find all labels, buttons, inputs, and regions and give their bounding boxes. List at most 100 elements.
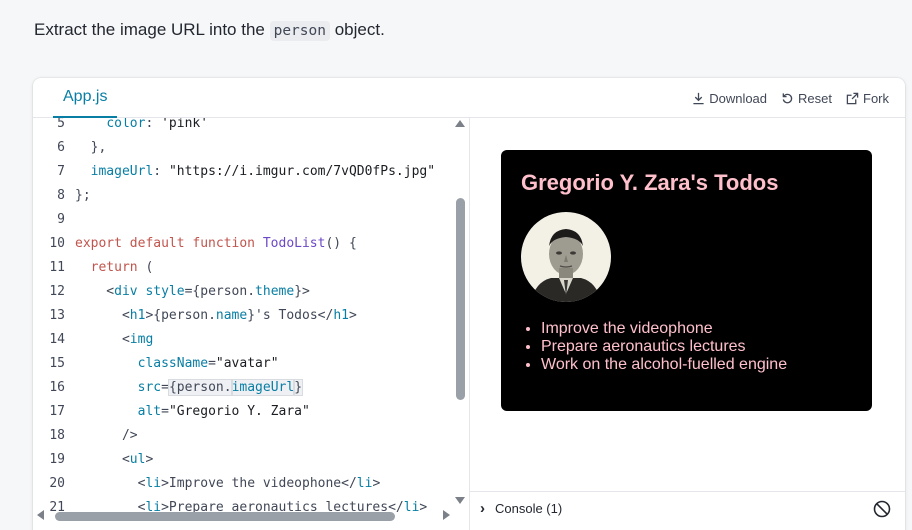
download-button[interactable]: Download [692, 91, 767, 106]
code-token: style [145, 284, 185, 299]
code-token: "https://i.imgur.com/7vQD0fPs.jpg" [168, 164, 436, 179]
download-icon [693, 92, 704, 104]
code-line[interactable]: 17 alt="Gregorio Y. Zara" [33, 400, 310, 424]
code-line[interactable]: 15 className="avatar" [33, 352, 278, 376]
todo-list: Improve the videophone Prepare aeronauti… [541, 320, 787, 374]
instructions-before: Extract the image URL into the [34, 20, 270, 39]
console-label: Console (1) [495, 501, 563, 516]
code-line[interactable]: 11 return ( [33, 256, 153, 280]
line-number: 15 [49, 356, 65, 371]
code-line[interactable]: 7 imageUrl: "https://i.imgur.com/7vQD0fP… [33, 160, 435, 184]
code-token: > [372, 476, 381, 491]
line-number: 12 [49, 284, 65, 299]
code-token: h1 [129, 308, 146, 323]
line-number: 6 [57, 140, 65, 155]
code-line[interactable]: 10 export default function TodoList() { [33, 232, 357, 256]
scroll-right-arrow-icon[interactable] [443, 510, 450, 520]
code-line[interactable]: 16 src={person.imageUrl} [33, 376, 303, 400]
code-line[interactable]: 12 <div style={person.theme}> [33, 280, 310, 304]
code-token: imageUrl [90, 164, 154, 179]
code-token: >Improve the videophone</ [161, 476, 357, 491]
line-number: 13 [49, 308, 65, 323]
avatar-portrait-icon [521, 212, 611, 302]
code-sandbox: App.js Download Reset Fork 5 color: 'pin… [33, 78, 905, 530]
code-token: li [403, 500, 420, 515]
code-token: div [114, 284, 138, 299]
code-line[interactable]: 9 [33, 208, 75, 232]
reset-icon [782, 92, 793, 103]
code-line[interactable]: 5 color: 'pink' [33, 118, 208, 136]
code-editor[interactable]: 5 color: 'pink' 6 }, 7 imageUrl: "https://… [33, 118, 469, 530]
code-token: : [145, 118, 162, 131]
avatar [521, 212, 611, 302]
sandbox-toolbar: App.js Download Reset Fork [33, 78, 905, 118]
code-token: < [75, 332, 130, 347]
line-number: 5 [57, 118, 65, 131]
horizontal-scrollbar-thumb[interactable] [55, 512, 395, 521]
instructions-text: Extract the image URL into the person ob… [34, 20, 385, 41]
code-line[interactable]: 19 <ul> [33, 448, 153, 472]
code-token: img [129, 332, 154, 347]
code-token: theme [255, 284, 295, 299]
code-line[interactable]: 14 <img [33, 328, 153, 352]
code-line[interactable]: 20 <li>Improve the videophone</li> [33, 472, 380, 496]
todo-item: Prepare aeronautics lectures [541, 338, 787, 356]
chevron-right-icon: › [480, 500, 485, 517]
preview-pane: Gregorio Y. Zara's Todos Improve [470, 118, 905, 491]
preview-card: Gregorio Y. Zara's Todos Improve [501, 150, 872, 411]
line-number: 11 [49, 260, 65, 275]
code-token: < [75, 308, 130, 323]
scroll-left-arrow-icon[interactable] [37, 510, 44, 520]
code-line[interactable]: 6 }, [33, 136, 106, 160]
line-number: 19 [49, 452, 65, 467]
code-token: name [215, 308, 248, 323]
code-token: }'s Todos</ [247, 308, 334, 323]
code-token: TodoList [262, 236, 326, 251]
code-token: {person. [167, 379, 233, 396]
code-token: < [75, 284, 115, 299]
code-token: h1 [333, 308, 349, 323]
fork-button[interactable]: Fork [846, 91, 889, 106]
code-token: > [419, 500, 428, 515]
code-token: "Gregorio Y. Zara" [168, 404, 310, 419]
vertical-scrollbar-thumb[interactable] [456, 198, 465, 400]
code-token: 'pink' [161, 118, 209, 131]
line-number: 20 [49, 476, 65, 491]
code-line[interactable]: 18 /> [33, 424, 137, 448]
code-token: } [293, 379, 303, 396]
line-number: 10 [49, 236, 65, 251]
scroll-up-arrow-icon[interactable] [455, 120, 465, 127]
tab-app-js[interactable]: App.js [53, 78, 118, 118]
instructions-after: object. [329, 20, 385, 39]
code-token: }; [75, 188, 91, 203]
fork-icon [846, 92, 859, 104]
console-bar[interactable]: › Console (1) [470, 491, 905, 525]
fork-label: Fork [863, 90, 889, 106]
reset-button[interactable]: Reset [781, 91, 832, 106]
line-number: 18 [49, 428, 65, 443]
line-number: 17 [49, 404, 65, 419]
reset-label: Reset [798, 90, 832, 106]
code-token: = [161, 404, 169, 419]
todo-item: Work on the alcohol-fuelled engine [541, 356, 787, 374]
code-token: className [137, 356, 209, 371]
code-token: : [153, 164, 169, 179]
code-token: alt [137, 404, 162, 419]
code-token: () { [325, 236, 357, 251]
scroll-down-arrow-icon[interactable] [455, 497, 465, 504]
code-token: = [208, 356, 216, 371]
code-token: li [145, 476, 162, 491]
code-token: }> [294, 284, 310, 299]
code-token: export default function [75, 236, 263, 251]
code-token: ul [129, 452, 146, 467]
code-line[interactable]: 13 <h1>{person.name}'s Todos</h1> [33, 304, 356, 328]
clear-console-icon[interactable] [873, 500, 891, 518]
code-token: return [90, 260, 138, 275]
code-line[interactable]: 8}; [33, 184, 91, 208]
